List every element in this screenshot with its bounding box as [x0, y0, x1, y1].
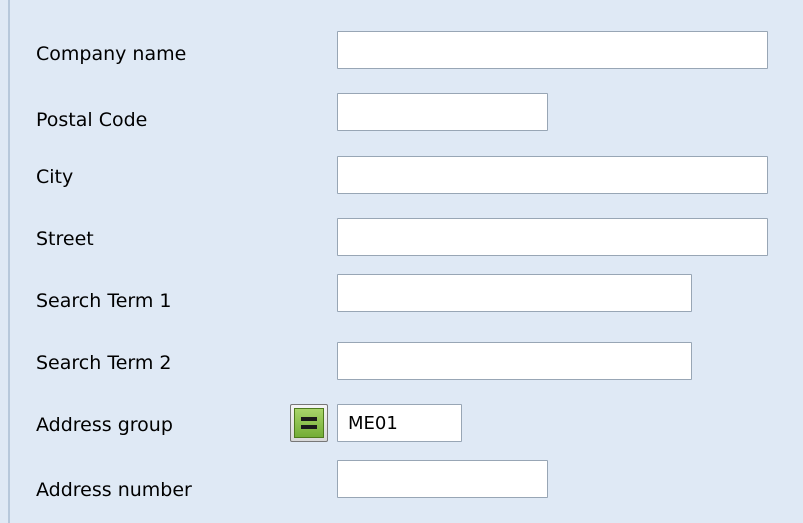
city-label: City — [36, 166, 74, 188]
search-term-1-label: Search Term 1 — [36, 290, 172, 312]
address-group-field[interactable] — [337, 404, 462, 442]
city-field[interactable] — [337, 156, 768, 194]
equals-icon — [294, 408, 324, 438]
address-group-label: Address group — [36, 414, 173, 436]
company-name-field[interactable] — [337, 31, 768, 69]
search-term-1-field[interactable] — [337, 274, 692, 312]
address-number-label: Address number — [36, 479, 192, 501]
search-term-2-field[interactable] — [337, 342, 692, 380]
selection-option-button[interactable] — [290, 404, 328, 442]
address-number-field[interactable] — [337, 460, 548, 498]
selection-form-panel: Company name Postal Code City Street Sea… — [0, 0, 803, 523]
company-name-label: Company name — [36, 43, 187, 65]
search-term-2-label: Search Term 2 — [36, 352, 172, 374]
street-field[interactable] — [337, 218, 768, 256]
postal-code-field[interactable] — [337, 93, 548, 131]
panel-left-border — [8, 0, 10, 523]
street-label: Street — [36, 228, 94, 250]
postal-code-label: Postal Code — [36, 109, 148, 131]
